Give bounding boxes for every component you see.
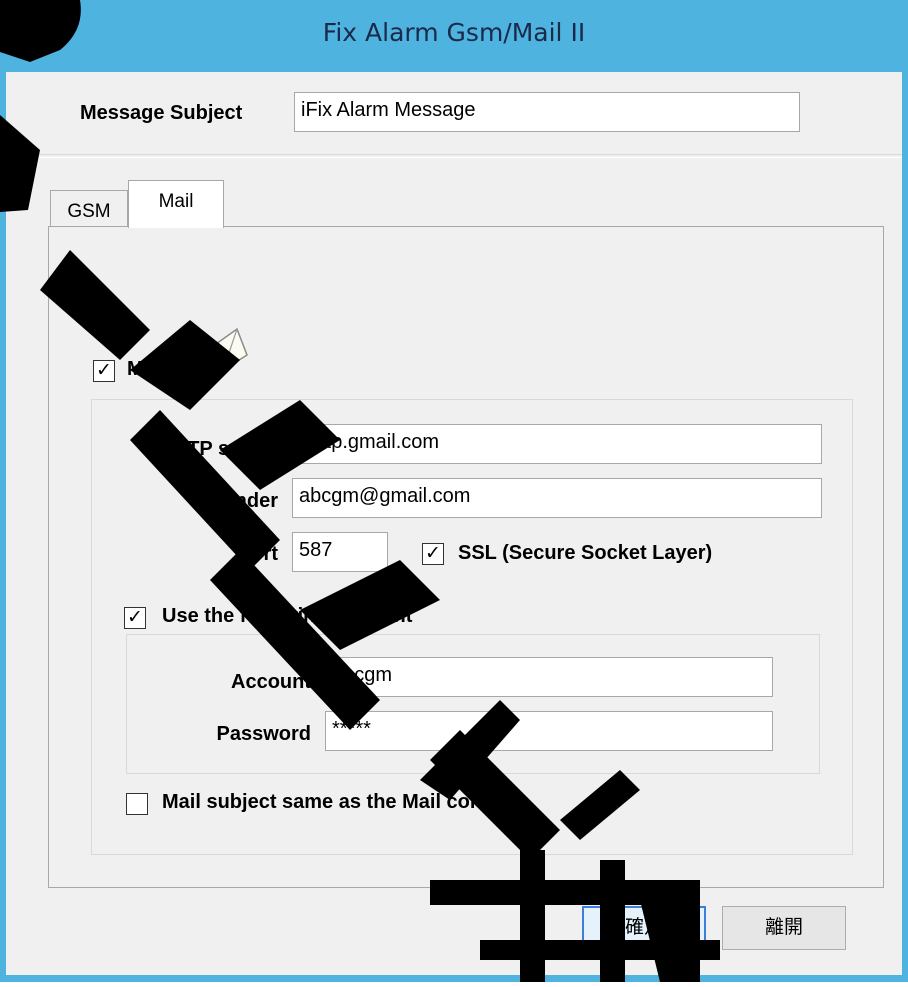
mail-enable-label: Mail [127,358,166,380]
tab-gsm[interactable]: GSM [50,190,128,228]
mail-globe-icon [187,327,249,379]
account-input[interactable]: abcgm [325,657,773,697]
use-account-label: Use the following Account [162,605,413,627]
dialog-client-area: Message Subject iFix Alarm Message GSM M… [6,72,902,975]
sender-input[interactable]: abcgm@gmail.com [292,478,822,518]
tab-mail[interactable]: Mail [128,180,224,228]
window-title: Fix Alarm Gsm/Mail II [322,18,586,47]
subject-same-label: Mail subject same as the Mail content [162,791,519,813]
smtp-server-input[interactable]: smtp.gmail.com [292,424,822,464]
sender-label: Sender [210,490,278,512]
mail-tab-panel: ✓ Mail SMTP server smtp.gmail.com Sender… [48,226,884,888]
exit-button[interactable]: 離開 [722,906,846,950]
ssl-checkbox[interactable]: ✓ [422,543,444,565]
smtp-settings-group: SMTP server smtp.gmail.com Sender abcgm@… [91,399,853,855]
smtp-server-label: SMTP server [157,438,278,460]
message-subject-input[interactable]: iFix Alarm Message [294,92,800,132]
header-separator [6,154,902,155]
port-label: Port [238,543,278,565]
subject-same-checkbox[interactable] [126,793,148,815]
password-label: Password [216,723,311,745]
account-group: Account abcgm Password ***** [126,634,820,774]
ssl-label: SSL (Secure Socket Layer) [458,542,713,564]
dialog-window: Fix Alarm Gsm/Mail II Message Subject iF… [0,0,908,982]
title-bar[interactable]: Fix Alarm Gsm/Mail II [0,0,908,72]
use-account-checkbox[interactable]: ✓ [124,607,146,629]
message-subject-label: Message Subject [80,102,243,124]
port-input[interactable]: 587 [292,532,388,572]
account-label: Account [231,671,311,693]
mail-enable-checkbox[interactable]: ✓ [93,360,115,382]
ok-button[interactable]: 確定 [582,906,706,950]
password-input[interactable]: ***** [325,711,773,751]
